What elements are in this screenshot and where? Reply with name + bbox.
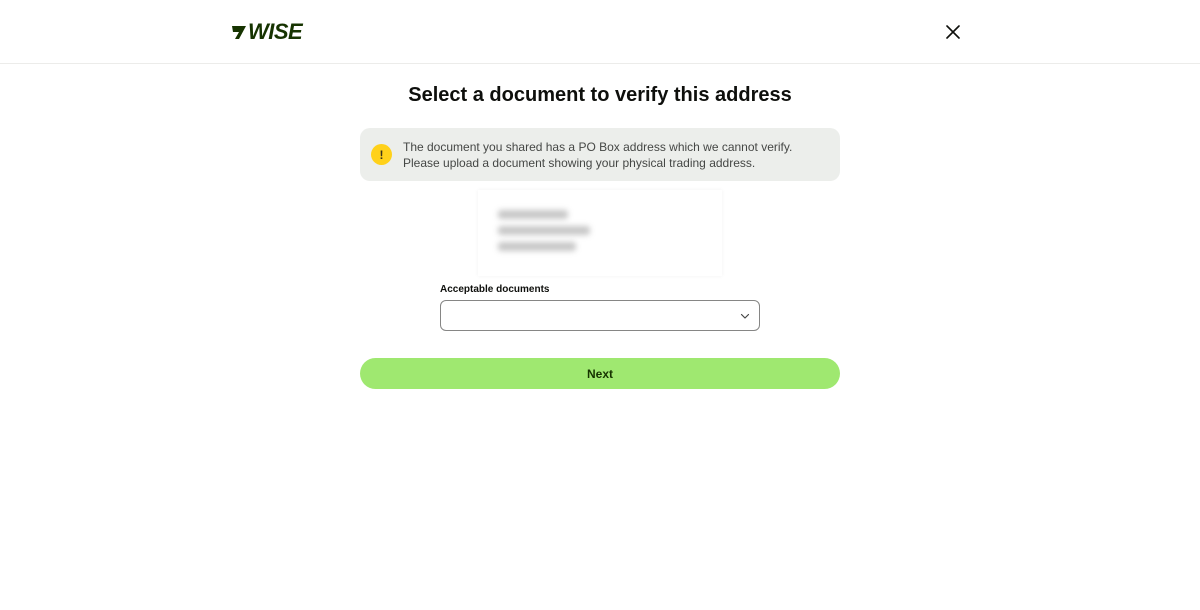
acceptable-documents-label: Acceptable documents [440,284,550,295]
logo-text: WISE [248,19,303,44]
blurred-line [498,242,576,251]
wise-flag-icon [232,26,246,39]
wise-logo[interactable]: WISE [230,19,303,44]
page-title: Select a document to verify this address [408,84,792,106]
blurred-line [498,210,568,219]
acceptable-documents-select[interactable] [440,300,760,331]
alert-message: The document you shared has a PO Box add… [403,139,793,170]
blurred-line [498,226,590,235]
warning-alert: ! The document you shared has a PO Box a… [360,128,840,181]
next-button[interactable]: Next [360,358,840,389]
chevron-down-icon [740,313,750,319]
close-button[interactable] [940,19,966,45]
warning-icon: ! [371,144,392,165]
blurred-document-preview [478,190,722,276]
top-bar: WISE [0,0,1200,64]
close-icon [946,25,960,39]
page: WISE Select a document to verify this ad… [0,0,1200,610]
